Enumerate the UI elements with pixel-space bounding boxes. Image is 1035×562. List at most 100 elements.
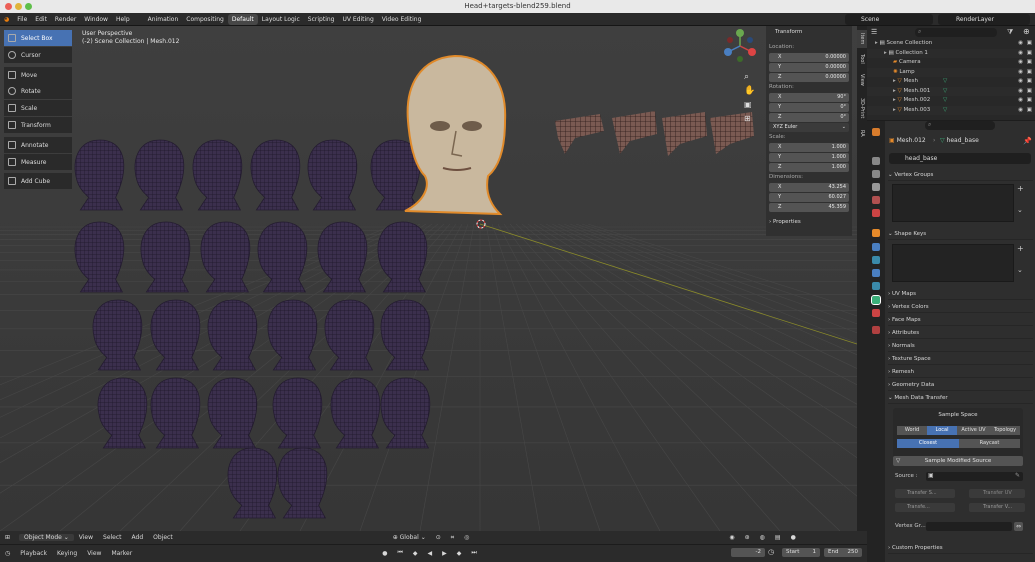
tool-transform[interactable]: Transform bbox=[4, 117, 72, 133]
menu-select[interactable]: Select bbox=[98, 534, 127, 541]
dimensions-y-field[interactable]: Y 60.027 bbox=[769, 193, 849, 202]
tab-video-editing[interactable]: Video Editing bbox=[378, 14, 426, 25]
head-mesh[interactable] bbox=[74, 221, 125, 293]
vertex-groups-list[interactable] bbox=[892, 184, 1014, 222]
dimensions-x-field[interactable]: X 43.254 bbox=[769, 183, 849, 192]
menu-playback[interactable]: Playback bbox=[15, 550, 52, 557]
menu-keying[interactable]: Keying bbox=[52, 550, 82, 557]
menu-timeline-view[interactable]: View bbox=[82, 550, 106, 557]
viewport-3d[interactable]: User Perspective (-2) Scene Collection |… bbox=[0, 26, 857, 531]
menu-marker[interactable]: Marker bbox=[106, 550, 137, 557]
pin-icon[interactable]: 📌 bbox=[1023, 137, 1032, 145]
tool-select-box[interactable]: Select Box bbox=[4, 30, 72, 46]
blender-logo-icon[interactable]: ◕ bbox=[0, 16, 13, 23]
prev-keyframe-icon[interactable]: ◆ bbox=[408, 550, 423, 557]
jump-end-icon[interactable]: ⏭ bbox=[466, 549, 481, 557]
rotation-z-field[interactable]: Z 0° bbox=[769, 113, 849, 122]
properties-subpanel[interactable]: › Properties bbox=[769, 219, 801, 225]
outliner-row[interactable]: ▸ ▽ Mesh ▽ ◉ ▣ bbox=[867, 77, 1035, 87]
head-mesh[interactable] bbox=[74, 139, 125, 211]
tab-view[interactable]: View bbox=[857, 70, 867, 90]
visibility-eye-icon[interactable]: ◉ bbox=[1018, 87, 1023, 97]
play-reverse-icon[interactable]: ◀ bbox=[422, 550, 437, 557]
jump-start-icon[interactable]: ⏮ bbox=[392, 549, 407, 557]
shape-keys-list[interactable] bbox=[892, 244, 1014, 282]
pivot-point-icon[interactable]: ⊙ bbox=[431, 534, 446, 541]
render-camera-icon[interactable]: ▣ bbox=[1027, 49, 1032, 59]
scene-selector[interactable]: Scene bbox=[845, 14, 933, 25]
tab-default[interactable]: Default bbox=[227, 13, 258, 25]
current-frame-field[interactable]: -2 bbox=[731, 548, 765, 557]
particles-tab-icon[interactable] bbox=[872, 256, 880, 264]
outliner-row[interactable]: ▸ ▤ Collection 1 ◉ ▣ bbox=[867, 48, 1035, 59]
expand-arrow-icon[interactable] bbox=[867, 69, 893, 75]
panel-face-maps[interactable]: › Face Maps bbox=[888, 314, 1033, 326]
navigation-gizmo[interactable] bbox=[722, 28, 758, 64]
editor-type-icon[interactable]: ⊞ bbox=[0, 534, 15, 541]
outliner-row[interactable]: ▰ Camera ◉ ▣ bbox=[867, 58, 1035, 68]
head-mesh[interactable] bbox=[150, 377, 201, 449]
outliner-row[interactable]: ▸ ▽ Mesh.003 ▽ ◉ ▣ bbox=[867, 105, 1035, 115]
head-mesh[interactable] bbox=[134, 139, 185, 211]
clock-icon[interactable]: ◷ bbox=[768, 548, 774, 556]
3d-cursor-icon[interactable] bbox=[476, 219, 486, 229]
panel-normals[interactable]: › Normals bbox=[888, 340, 1033, 352]
texture-tab-icon[interactable] bbox=[872, 326, 880, 334]
properties-search-input[interactable]: ⌕ bbox=[925, 121, 995, 130]
expand-arrow-icon[interactable]: ▸ bbox=[867, 97, 898, 103]
snapping-icon[interactable]: ⌗ bbox=[446, 534, 459, 542]
object-mode-dropdown[interactable]: Object Mode ⌄ bbox=[19, 534, 74, 541]
tab-uv-editing[interactable]: UV Editing bbox=[338, 14, 377, 25]
tool-annotate[interactable]: Annotate bbox=[4, 137, 72, 153]
shape-keys-panel[interactable]: ⌄ Shape Keys bbox=[888, 228, 1033, 240]
tool-measure[interactable]: Measure bbox=[4, 154, 72, 170]
outliner-row[interactable]: ▸ ▽ Mesh.002 ▽ ◉ ▣ bbox=[867, 96, 1035, 106]
head-mesh[interactable] bbox=[92, 299, 143, 371]
transfer-vertex-button[interactable]: Transfer V... bbox=[969, 503, 1025, 512]
vertex-group-field[interactable] bbox=[926, 522, 1012, 531]
location-y-field[interactable]: Y 0.00000 bbox=[769, 63, 849, 72]
vertex-group-menu-icon[interactable]: ⌄ bbox=[1017, 206, 1023, 214]
render-layer-selector[interactable]: RenderLayer bbox=[938, 14, 1030, 25]
view-layer-tab-icon[interactable] bbox=[872, 183, 880, 191]
add-shape-key-icon[interactable]: + bbox=[1017, 244, 1024, 253]
scale-y-field[interactable]: Y 1.000 bbox=[769, 153, 849, 162]
transfer-uv-button[interactable]: Transfer UV bbox=[969, 489, 1025, 498]
outliner-row[interactable]: ✺ Lamp ◉ ▣ bbox=[867, 67, 1035, 77]
render-camera-icon[interactable]: ▣ bbox=[1027, 77, 1032, 87]
world-tab-icon[interactable] bbox=[872, 209, 880, 217]
menu-window[interactable]: Window bbox=[80, 16, 112, 23]
head-mesh[interactable] bbox=[277, 447, 328, 519]
head-mesh[interactable] bbox=[380, 299, 431, 371]
menu-edit[interactable]: Edit bbox=[31, 16, 51, 23]
tool-add-cube[interactable]: Add Cube bbox=[4, 173, 72, 189]
closest-button[interactable]: Closest bbox=[897, 439, 959, 448]
render-camera-icon[interactable]: ▣ bbox=[1027, 39, 1032, 49]
expand-arrow-icon[interactable]: ▸ bbox=[867, 107, 898, 113]
material-tab-icon[interactable] bbox=[872, 309, 880, 317]
sample-space-topology[interactable]: Topology bbox=[990, 426, 1020, 435]
menu-view[interactable]: View bbox=[74, 534, 98, 541]
expand-arrow-icon[interactable] bbox=[867, 59, 893, 65]
rotation-x-field[interactable]: X 90° bbox=[769, 93, 849, 102]
sample-modified-source-toggle[interactable]: ▽ Sample Modified Source bbox=[893, 456, 1023, 466]
mesh-data-tab-icon[interactable] bbox=[871, 295, 881, 305]
sample-space-world[interactable]: World bbox=[897, 426, 927, 435]
location-x-field[interactable]: X 0.00000 bbox=[769, 53, 849, 62]
transfer-shape-button[interactable]: Transfer S... bbox=[895, 489, 955, 498]
menu-object[interactable]: Object bbox=[148, 534, 178, 541]
tool-rotate[interactable]: Rotate bbox=[4, 83, 72, 99]
head-mesh[interactable] bbox=[207, 299, 258, 371]
record-icon[interactable]: ● bbox=[377, 550, 392, 557]
scale-z-field[interactable]: Z 1.000 bbox=[769, 163, 849, 172]
swap-icon[interactable]: ⇔ bbox=[1014, 522, 1023, 531]
overlays-icon[interactable]: ◍ bbox=[755, 534, 770, 541]
camera-view-icon[interactable]: ▣ bbox=[744, 100, 752, 109]
visibility-eye-icon[interactable]: ◉ bbox=[1018, 58, 1023, 68]
visibility-eye-icon[interactable]: ◉ bbox=[1018, 49, 1023, 59]
menu-add[interactable]: Add bbox=[127, 534, 149, 541]
maximize-window-icon[interactable] bbox=[25, 3, 32, 10]
expand-arrow-icon[interactable]: ▸ bbox=[867, 40, 880, 46]
timeline-editor-icon[interactable]: ◷ bbox=[0, 550, 15, 557]
head-mesh[interactable] bbox=[140, 221, 191, 293]
